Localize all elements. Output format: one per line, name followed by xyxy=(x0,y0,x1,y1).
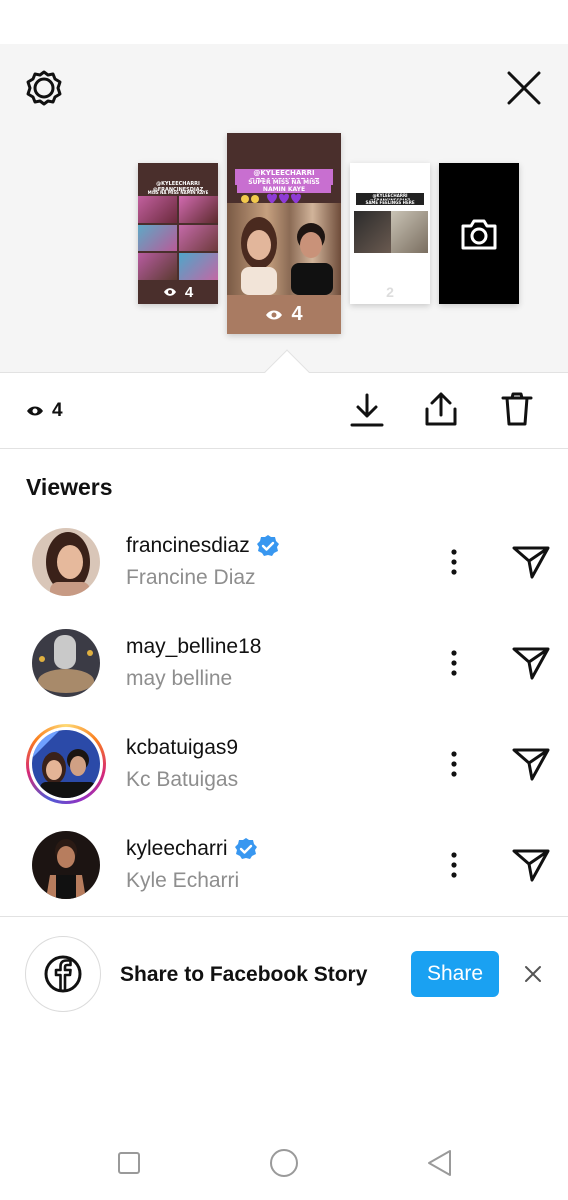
circle-icon xyxy=(270,1149,298,1177)
gear-icon xyxy=(26,70,62,106)
send-icon xyxy=(512,546,550,579)
back-button[interactable] xyxy=(418,1142,460,1184)
send-icon xyxy=(512,748,550,781)
story-photo-grid xyxy=(138,196,218,280)
dismiss-facebook-share-button[interactable] xyxy=(518,959,548,989)
camera-icon xyxy=(461,219,497,249)
more-vertical-icon xyxy=(451,650,457,676)
story-caption-line2: SUPER MISS NA MISS NAMIN KAYE xyxy=(237,179,331,193)
viewer-username[interactable]: kyleecharri xyxy=(126,837,258,861)
facebook-share-row: Share to Facebook Story Share xyxy=(0,917,568,1032)
download-icon xyxy=(350,393,384,427)
viewer-full-name: Francine Diaz xyxy=(126,566,256,589)
facebook-share-button[interactable]: Share xyxy=(411,951,499,997)
avatar[interactable] xyxy=(32,629,100,697)
settings-button[interactable] xyxy=(22,66,66,110)
viewer-full-name: may belline xyxy=(126,667,233,690)
close-icon xyxy=(507,71,541,105)
verified-badge-icon xyxy=(234,838,257,859)
story-views-count: 2 xyxy=(386,284,394,300)
more-vertical-icon xyxy=(451,751,457,777)
trash-icon xyxy=(501,392,533,426)
back-triangle-icon xyxy=(428,1150,451,1176)
viewer-row[interactable]: may_belline18 may belline xyxy=(0,617,568,717)
eye-icon xyxy=(266,310,283,319)
story-caption-line2: SAME FEELINGS HERE xyxy=(356,200,424,205)
send-message-button[interactable] xyxy=(508,542,554,582)
story-action-bar: 4 xyxy=(0,373,568,449)
more-vertical-icon xyxy=(451,549,457,575)
send-icon xyxy=(512,647,550,680)
send-message-button[interactable] xyxy=(508,845,554,885)
add-story-button[interactable] xyxy=(439,163,519,304)
viewer-row[interactable]: kyleecharri Kyle Echarri xyxy=(0,819,568,919)
facebook-logo xyxy=(25,936,101,1012)
square-icon xyxy=(118,1152,140,1174)
send-message-button[interactable] xyxy=(508,643,554,683)
username-text: francinesdiaz xyxy=(126,534,250,557)
eye-icon xyxy=(27,406,43,416)
view-count: 4 xyxy=(26,400,63,422)
username-text: kcbatuigas9 xyxy=(126,736,239,759)
viewer-row[interactable]: francinesdiaz Francine Diaz xyxy=(0,516,568,616)
facebook-icon xyxy=(44,955,82,993)
more-vertical-icon xyxy=(451,852,457,878)
story-views: 2 xyxy=(350,281,430,303)
avatar[interactable] xyxy=(32,831,100,899)
recent-apps-button[interactable] xyxy=(108,1142,150,1184)
story-thumbnail-3[interactable]: @KYLEECHARRI @FRANCINESDIAZ SAME FEELING… xyxy=(350,163,430,304)
more-options-button[interactable] xyxy=(438,843,470,887)
username-text: may_belline18 xyxy=(126,635,262,658)
story-caption-line2: MISS NA MISS NAMIN KAYE xyxy=(147,190,209,195)
story-photo-right xyxy=(391,211,428,253)
facebook-share-label: Share to Facebook Story xyxy=(120,963,368,986)
story-photo xyxy=(227,203,341,295)
story-thumbnail-2-selected[interactable]: @KYLEECHARRI @FRANCINESDIAZ SUPER MISS N… xyxy=(227,133,341,334)
avatar[interactable] xyxy=(32,528,100,596)
viewers-title: Viewers xyxy=(26,474,113,500)
story-views-count: 4 xyxy=(291,303,303,325)
story-views-count: 4 xyxy=(184,283,194,301)
verified-badge-icon xyxy=(256,535,279,556)
send-icon xyxy=(512,849,550,882)
more-options-button[interactable] xyxy=(438,641,470,685)
story-photo-left xyxy=(354,211,391,253)
more-options-button[interactable] xyxy=(438,540,470,584)
eye-icon xyxy=(163,288,176,296)
viewer-full-name: Kc Batuigas xyxy=(126,768,239,791)
story-views: 4 xyxy=(227,295,341,334)
close-icon xyxy=(525,966,541,982)
view-count-value: 4 xyxy=(52,400,63,421)
avatar[interactable] xyxy=(32,730,100,798)
status-bar-area xyxy=(0,0,568,44)
username-text: kyleecharri xyxy=(126,837,228,860)
download-button[interactable] xyxy=(346,389,388,431)
share-button[interactable] xyxy=(420,388,462,430)
system-navigation-bar xyxy=(0,1124,568,1200)
story-thumbnail-1[interactable]: @KYLEECHARRI @FRANCINESDIAZ MISS NA MISS… xyxy=(138,163,218,304)
send-message-button[interactable] xyxy=(508,744,554,784)
home-button[interactable] xyxy=(263,1142,305,1184)
more-options-button[interactable] xyxy=(438,742,470,786)
viewer-username[interactable]: kcbatuigas9 xyxy=(126,736,238,760)
viewer-full-name: Kyle Echarri xyxy=(126,869,240,892)
close-button[interactable] xyxy=(502,66,546,110)
story-views: 4 xyxy=(138,281,218,303)
share-icon xyxy=(425,392,457,426)
delete-button[interactable] xyxy=(496,388,538,430)
viewer-row[interactable]: kcbatuigas9 Kc Batuigas xyxy=(0,718,568,818)
viewer-username[interactable]: may_belline18 xyxy=(126,635,261,659)
viewer-username[interactable]: francinesdiaz xyxy=(126,534,280,558)
